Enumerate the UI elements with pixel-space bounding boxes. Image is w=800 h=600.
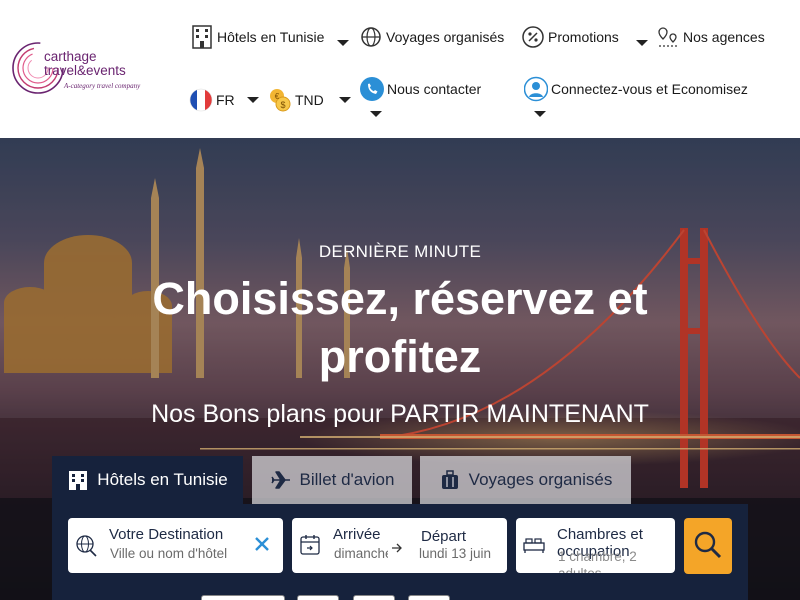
destination-field[interactable]: Votre Destination Ville ou nom d'hôtel xyxy=(68,518,283,573)
map-pins-icon xyxy=(658,27,677,47)
nav-account[interactable]: Connectez-vous et Economisez xyxy=(524,76,748,102)
nav-language-label: FR xyxy=(216,92,235,108)
clear-destination-icon[interactable] xyxy=(253,535,271,553)
filter-chip-2[interactable] xyxy=(297,595,339,600)
nav-promotions-label: Promotions xyxy=(548,29,619,45)
filter-chip-4[interactable] xyxy=(408,595,450,600)
globe-trip-icon xyxy=(361,27,381,47)
tab-trips-label: Voyages organisés xyxy=(468,470,613,489)
luggage-icon xyxy=(441,470,458,489)
tab-hotels-label: Hôtels en Tunisie xyxy=(97,470,228,489)
site-header: carthage travel&events A-category travel… xyxy=(0,0,800,138)
hero-subtitle: Nos Bons plans pour PARTIR MAINTENANT xyxy=(151,400,649,428)
nav-contact[interactable]: Nous contacter xyxy=(360,76,481,102)
tab-flights[interactable]: Billet d'avion xyxy=(252,456,412,504)
user-icon xyxy=(524,76,548,102)
arrival-label: Arrivée xyxy=(333,526,381,543)
tab-trips[interactable]: Voyages organisés xyxy=(420,456,631,504)
nav-language[interactable]: FR xyxy=(189,87,235,113)
svg-text:$: $ xyxy=(280,100,285,110)
hero-title: Choisissez, réservez et profitez xyxy=(152,273,648,382)
nav-agencies[interactable]: Nos agences xyxy=(656,24,765,50)
france-flag-icon xyxy=(189,88,213,112)
search-icon xyxy=(694,531,722,559)
destination-input[interactable]: Ville ou nom d'hôtel xyxy=(110,546,240,561)
filter-chip-3[interactable] xyxy=(353,595,395,600)
brand-tagline: A-category travel company xyxy=(64,82,141,90)
brand-name-line1: carthage xyxy=(44,49,97,64)
airplane-icon xyxy=(270,471,290,489)
arrival-value[interactable]: dimanche xyxy=(334,546,388,561)
nav-promotions[interactable]: Promotions xyxy=(521,24,619,50)
nav-account-chevron-down-icon[interactable] xyxy=(534,111,546,117)
filter-chip-1[interactable] xyxy=(201,595,285,600)
brand-name-line2: travel&events xyxy=(44,63,126,78)
arrow-right-icon xyxy=(392,543,402,553)
dates-field[interactable]: Arrivée dimanche Départ lundi 13 juin xyxy=(292,518,507,573)
hero-banner: DERNIÈRE MINUTE Choisissez, réservez et … xyxy=(0,138,800,600)
bed-icon xyxy=(523,538,545,553)
nav-contact-label: Nous contacter xyxy=(387,81,482,97)
nav-hotels-chevron-down-icon[interactable] xyxy=(337,40,349,46)
hotel-building-icon xyxy=(192,25,212,49)
departure-label: Départ xyxy=(421,528,467,545)
calendar-icon xyxy=(300,535,320,555)
globe-search-icon xyxy=(76,535,97,557)
hotel-icon xyxy=(69,471,88,490)
tab-flights-label: Billet d'avion xyxy=(299,470,395,489)
nav-hotels-label: Hôtels en Tunisie xyxy=(217,29,325,45)
nav-hotels[interactable]: Hôtels en Tunisie xyxy=(190,24,324,50)
nav-currency-label: TND xyxy=(295,92,324,108)
tab-hotels[interactable]: Hôtels en Tunisie xyxy=(52,456,243,504)
nav-currency[interactable]: $ € TND xyxy=(268,87,324,113)
nav-promotions-chevron-down-icon[interactable] xyxy=(636,40,648,46)
hotel-search-panel: Votre Destination Ville ou nom d'hôtel A… xyxy=(52,504,748,600)
search-button[interactable] xyxy=(684,518,732,574)
percent-badge-icon xyxy=(522,26,544,48)
brand-name: carthage travel&events xyxy=(44,50,126,78)
nav-language-chevron-down-icon[interactable] xyxy=(247,97,259,103)
nav-account-label: Connectez-vous et Economisez xyxy=(551,81,748,97)
departure-value[interactable]: lundi 13 juin xyxy=(419,546,505,561)
nav-contact-chevron-down-icon[interactable] xyxy=(370,111,382,117)
destination-label: Votre Destination xyxy=(109,526,224,543)
nav-trips[interactable]: Voyages organisés xyxy=(359,24,504,50)
coins-icon: $ € xyxy=(270,89,291,112)
nav-trips-label: Voyages organisés xyxy=(386,29,505,45)
phone-icon xyxy=(360,77,384,101)
rooms-value[interactable]: 1 chambre, 2 adultes xyxy=(558,548,668,573)
hero-kicker: DERNIÈRE MINUTE xyxy=(318,242,482,261)
brand-logo[interactable]: carthage travel&events A-category travel… xyxy=(10,38,170,98)
nav-agencies-label: Nos agences xyxy=(683,29,765,45)
svg-text:€: € xyxy=(275,92,280,101)
rooms-field[interactable]: Chambres et occupation 1 chambre, 2 adul… xyxy=(516,518,675,573)
nav-currency-chevron-down-icon[interactable] xyxy=(339,97,351,103)
